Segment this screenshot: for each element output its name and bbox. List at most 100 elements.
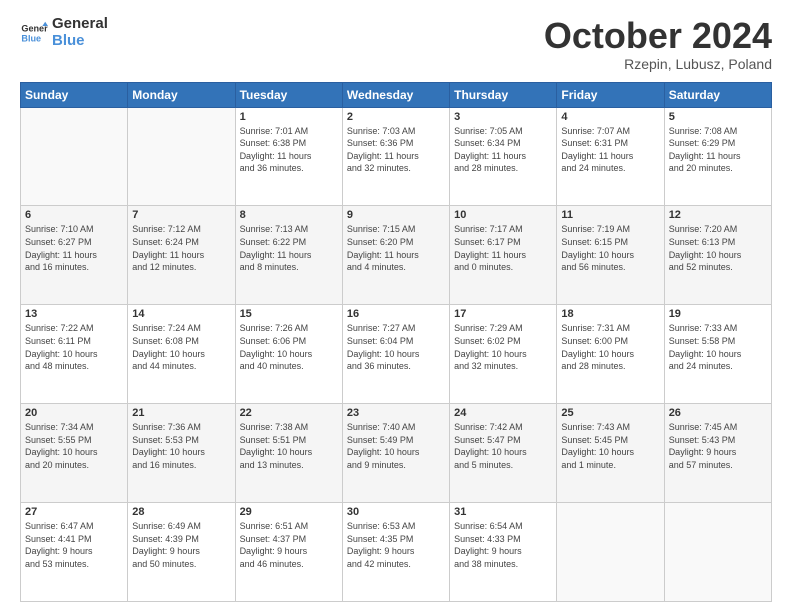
day-number: 8	[240, 209, 338, 221]
calendar-cell: 21Sunrise: 7:36 AM Sunset: 5:53 PM Dayli…	[128, 404, 235, 503]
week-row-2: 13 Sunrise: 7:22 AM Sunset: 6:11 PM Dayli…	[21, 305, 772, 404]
day-number: 29	[240, 506, 338, 518]
calendar-cell	[664, 503, 771, 602]
day-info: Sunrise: 7:43 AM Sunset: 5:45 PM Dayligh…	[561, 421, 659, 471]
calendar-cell: 12Sunrise: 7:20 AM Sunset: 6:13 PM Dayli…	[664, 206, 771, 305]
calendar-cell: 29Sunrise: 6:51 AM Sunset: 4:37 PM Dayli…	[235, 503, 342, 602]
day-info: Sunrise: 7:03 AM Sunset: 6:36 PM Dayligh…	[347, 125, 445, 175]
day-info: Sunrise: 7:27 AM Sunset: 6:04 PM Dayligh…	[347, 322, 445, 372]
day-info: Sunrise: 7:38 AM Sunset: 5:51 PM Dayligh…	[240, 421, 338, 471]
calendar-cell: 24 Sunrise: 7:42 AM Sunset: 5:47 PM Dayli…	[450, 404, 557, 503]
day-info: Sunrise: 7:42 AM Sunset: 5:47 PM Dayligh…	[454, 421, 552, 471]
day-info: Sunrise: 7:12 AM Sunset: 6:24 PM Dayligh…	[132, 223, 230, 273]
day-info: Sunrise: 7:45 AM Sunset: 5:43 PM Dayligh…	[669, 421, 767, 471]
day-number: 31	[454, 506, 552, 518]
calendar-cell: 31Sunrise: 6:54 AM Sunset: 4:33 PM Dayli…	[450, 503, 557, 602]
day-info: Sunrise: 7:15 AM Sunset: 6:20 PM Dayligh…	[347, 223, 445, 273]
day-info: Sunrise: 7:08 AM Sunset: 6:29 PM Dayligh…	[669, 125, 767, 175]
month-title: October 2024	[544, 16, 772, 56]
day-number: 20	[25, 407, 123, 419]
day-info: Sunrise: 7:24 AM Sunset: 6:08 PM Dayligh…	[132, 322, 230, 372]
header-day-friday: Friday	[557, 82, 664, 107]
day-number: 30	[347, 506, 445, 518]
day-info: Sunrise: 7:10 AM Sunset: 6:27 PM Dayligh…	[25, 223, 123, 273]
day-number: 2	[347, 111, 445, 123]
day-info: Sunrise: 7:31 AM Sunset: 6:00 PM Dayligh…	[561, 322, 659, 372]
day-number: 23	[347, 407, 445, 419]
day-number: 13	[25, 308, 123, 320]
day-number: 28	[132, 506, 230, 518]
day-number: 17	[454, 308, 552, 320]
calendar-cell: 22 Sunrise: 7:38 AM Sunset: 5:51 PM Dayli…	[235, 404, 342, 503]
day-number: 5	[669, 111, 767, 123]
day-info: Sunrise: 7:29 AM Sunset: 6:02 PM Dayligh…	[454, 322, 552, 372]
week-row-4: 27Sunrise: 6:47 AM Sunset: 4:41 PM Dayli…	[21, 503, 772, 602]
calendar-cell: 19 Sunrise: 7:33 AM Sunset: 5:58 PM Dayli…	[664, 305, 771, 404]
day-number: 9	[347, 209, 445, 221]
calendar-cell: 9 Sunrise: 7:15 AM Sunset: 6:20 PM Daylig…	[342, 206, 449, 305]
day-number: 19	[669, 308, 767, 320]
day-number: 27	[25, 506, 123, 518]
calendar-cell: 23Sunrise: 7:40 AM Sunset: 5:49 PM Dayli…	[342, 404, 449, 503]
day-info: Sunrise: 7:17 AM Sunset: 6:17 PM Dayligh…	[454, 223, 552, 273]
location: Rzepin, Lubusz, Poland	[544, 56, 772, 72]
week-row-1: 6Sunrise: 7:10 AM Sunset: 6:27 PM Daylig…	[21, 206, 772, 305]
day-number: 11	[561, 209, 659, 221]
day-number: 4	[561, 111, 659, 123]
page: General Blue General Blue October 2024 R…	[0, 0, 792, 612]
day-number: 14	[132, 308, 230, 320]
calendar-cell: 6Sunrise: 7:10 AM Sunset: 6:27 PM Daylig…	[21, 206, 128, 305]
calendar-table: SundayMondayTuesdayWednesdayThursdayFrid…	[20, 82, 772, 602]
calendar-cell: 8 Sunrise: 7:13 AM Sunset: 6:22 PM Daylig…	[235, 206, 342, 305]
header-day-tuesday: Tuesday	[235, 82, 342, 107]
day-number: 12	[669, 209, 767, 221]
header-day-sunday: Sunday	[21, 82, 128, 107]
day-number: 7	[132, 209, 230, 221]
day-number: 22	[240, 407, 338, 419]
day-info: Sunrise: 7:07 AM Sunset: 6:31 PM Dayligh…	[561, 125, 659, 175]
logo-line1: General	[52, 16, 108, 33]
calendar-cell: 13 Sunrise: 7:22 AM Sunset: 6:11 PM Dayli…	[21, 305, 128, 404]
calendar-cell: 2 Sunrise: 7:03 AM Sunset: 6:36 PM Daylig…	[342, 107, 449, 206]
day-info: Sunrise: 7:13 AM Sunset: 6:22 PM Dayligh…	[240, 223, 338, 273]
day-number: 3	[454, 111, 552, 123]
day-number: 15	[240, 308, 338, 320]
day-number: 21	[132, 407, 230, 419]
header: General Blue General Blue October 2024 R…	[20, 16, 772, 72]
calendar-cell: 16 Sunrise: 7:27 AM Sunset: 6:04 PM Dayli…	[342, 305, 449, 404]
day-info: Sunrise: 6:49 AM Sunset: 4:39 PM Dayligh…	[132, 520, 230, 570]
calendar-cell: 28 Sunrise: 6:49 AM Sunset: 4:39 PM Dayli…	[128, 503, 235, 602]
calendar-cell	[21, 107, 128, 206]
day-number: 26	[669, 407, 767, 419]
header-row: SundayMondayTuesdayWednesdayThursdayFrid…	[21, 82, 772, 107]
calendar-cell: 3Sunrise: 7:05 AM Sunset: 6:34 PM Daylig…	[450, 107, 557, 206]
day-info: Sunrise: 7:01 AM Sunset: 6:38 PM Dayligh…	[240, 125, 338, 175]
calendar-cell	[128, 107, 235, 206]
calendar-cell: 15Sunrise: 7:26 AM Sunset: 6:06 PM Dayli…	[235, 305, 342, 404]
logo-icon: General Blue	[20, 19, 48, 47]
day-info: Sunrise: 6:53 AM Sunset: 4:35 PM Dayligh…	[347, 520, 445, 570]
day-info: Sunrise: 7:22 AM Sunset: 6:11 PM Dayligh…	[25, 322, 123, 372]
calendar-cell: 25 Sunrise: 7:43 AM Sunset: 5:45 PM Dayli…	[557, 404, 664, 503]
day-number: 18	[561, 308, 659, 320]
header-day-monday: Monday	[128, 82, 235, 107]
header-day-wednesday: Wednesday	[342, 82, 449, 107]
day-number: 25	[561, 407, 659, 419]
logo-line2: Blue	[52, 33, 108, 50]
calendar-cell: 7 Sunrise: 7:12 AM Sunset: 6:24 PM Daylig…	[128, 206, 235, 305]
calendar-cell: 30 Sunrise: 6:53 AM Sunset: 4:35 PM Dayli…	[342, 503, 449, 602]
day-number: 16	[347, 308, 445, 320]
day-info: Sunrise: 7:33 AM Sunset: 5:58 PM Dayligh…	[669, 322, 767, 372]
day-number: 24	[454, 407, 552, 419]
calendar-cell: 20 Sunrise: 7:34 AM Sunset: 5:55 PM Dayli…	[21, 404, 128, 503]
calendar-cell: 11Sunrise: 7:19 AM Sunset: 6:15 PM Dayli…	[557, 206, 664, 305]
calendar-cell: 17 Sunrise: 7:29 AM Sunset: 6:02 PM Dayli…	[450, 305, 557, 404]
svg-text:Blue: Blue	[21, 33, 41, 43]
day-info: Sunrise: 7:34 AM Sunset: 5:55 PM Dayligh…	[25, 421, 123, 471]
week-row-3: 20 Sunrise: 7:34 AM Sunset: 5:55 PM Dayli…	[21, 404, 772, 503]
calendar-cell	[557, 503, 664, 602]
calendar-cell: 5 Sunrise: 7:08 AM Sunset: 6:29 PM Daylig…	[664, 107, 771, 206]
calendar-cell: 10Sunrise: 7:17 AM Sunset: 6:17 PM Dayli…	[450, 206, 557, 305]
calendar-cell: 14 Sunrise: 7:24 AM Sunset: 6:08 PM Dayli…	[128, 305, 235, 404]
logo: General Blue General Blue	[20, 16, 108, 49]
